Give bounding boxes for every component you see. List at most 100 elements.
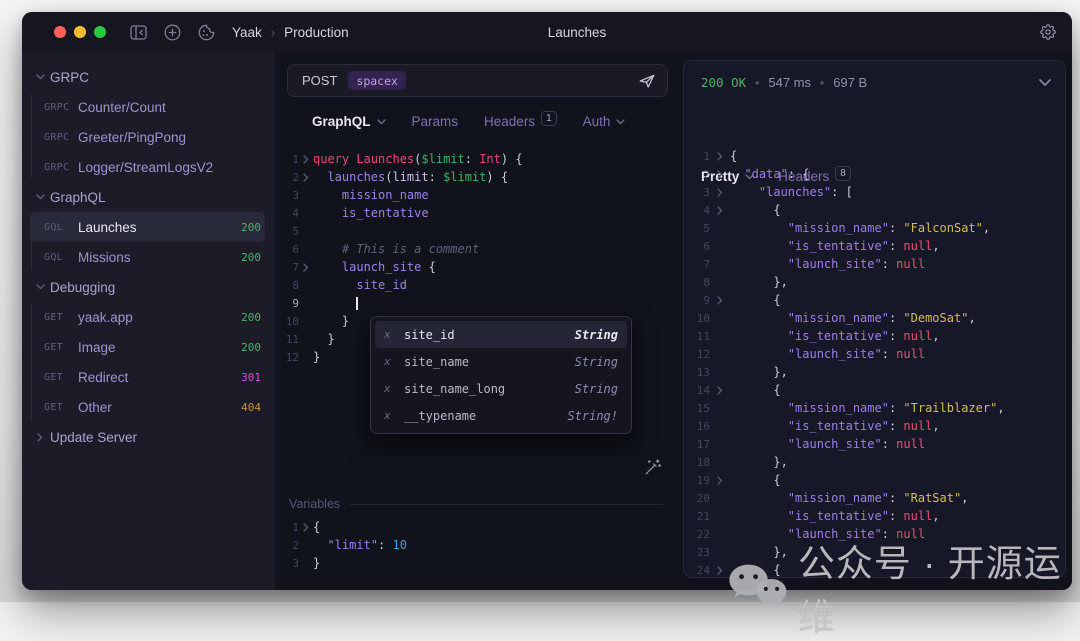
line-number: 11: [275, 333, 299, 346]
field-kind-icon: x: [384, 382, 404, 395]
fold-chevron-icon[interactable]: [299, 263, 313, 272]
sidebar-item-missions[interactable]: GQLMissions200: [30, 242, 265, 272]
request-tab-graphql[interactable]: GraphQL: [312, 114, 386, 129]
line-number: 1: [275, 521, 299, 534]
url-bar[interactable]: POST spacex: [287, 64, 668, 97]
sidebar-item-label: Launches: [78, 220, 241, 235]
status-badge: 200: [241, 251, 261, 264]
autocomplete-item-site-id[interactable]: xsite_idString: [375, 321, 627, 348]
response-time: 547 ms: [768, 75, 811, 90]
fold-chevron-icon[interactable]: [710, 188, 730, 197]
fold-chevron-icon[interactable]: [299, 155, 313, 164]
line-number: 22: [684, 528, 710, 541]
chevron-down-icon[interactable]: [32, 279, 48, 295]
sidebar-item-label: Image: [78, 340, 241, 355]
sidebar-item-launches[interactable]: GQLLaunches200: [30, 212, 265, 242]
line-number: 5: [684, 222, 710, 235]
sidebar-toggle-icon[interactable]: [128, 22, 148, 42]
sidebar-item-other[interactable]: GETOther404: [30, 392, 265, 422]
line-number: 8: [275, 279, 299, 292]
sidebar-item-debugging[interactable]: Debugging: [30, 272, 265, 302]
url-template-pill[interactable]: spacex: [348, 71, 406, 90]
response-menu-button[interactable]: [1039, 79, 1051, 86]
sidebar-item-greeter-pingpong[interactable]: GRPCGreeter/PingPong: [30, 122, 265, 152]
chevron-right-icon[interactable]: [32, 429, 48, 445]
autocomplete-item-site-name[interactable]: xsite_nameString: [375, 348, 627, 375]
response-line-19: 19 {: [684, 471, 1065, 489]
line-number: 5: [275, 225, 299, 238]
settings-button[interactable]: [1040, 12, 1056, 52]
fold-chevron-icon[interactable]: [299, 173, 313, 182]
line-number: 3: [275, 557, 299, 570]
fold-chevron-icon[interactable]: [299, 523, 313, 532]
code-text: is_tentative: [313, 206, 675, 220]
code-text: "is_tentative": null,: [730, 419, 1065, 433]
request-tab-params[interactable]: Params: [412, 114, 459, 129]
status-badge: 200: [241, 341, 261, 354]
method-badge: GRPC: [44, 162, 78, 173]
new-request-icon[interactable]: [162, 22, 182, 42]
method-badge: GQL: [44, 252, 78, 263]
fold-chevron-icon[interactable]: [710, 296, 730, 305]
gql-line-7: 7 launch_site {: [275, 258, 675, 276]
sidebar-item-update-server[interactable]: Update Server: [30, 422, 265, 452]
magic-wand-icon[interactable]: [643, 458, 662, 482]
sidebar-item-label: Counter/Count: [78, 100, 265, 115]
line-number: 20: [684, 492, 710, 505]
autocomplete-item-typename[interactable]: x__typenameString!: [375, 402, 627, 429]
chevron-down-icon[interactable]: [32, 189, 48, 205]
status-badge: 404: [241, 401, 261, 414]
autocomplete-item-site-name-long[interactable]: xsite_name_longString: [375, 375, 627, 402]
fold-chevron-icon[interactable]: [710, 566, 730, 575]
sidebar-item-label: yaak.app: [78, 310, 241, 325]
fold-chevron-icon[interactable]: [710, 152, 730, 161]
breadcrumb-app[interactable]: Yaak: [232, 25, 262, 40]
variables-editor[interactable]: 1{2 "limit": 103}: [275, 518, 675, 572]
minimize-button[interactable]: [74, 26, 86, 38]
sidebar-item-redirect[interactable]: GETRedirect301: [30, 362, 265, 392]
response-pane: 200 OK • 547 ms • 697 B PrettyHeaders8 1…: [675, 52, 1072, 590]
request-tab-auth[interactable]: Auth: [583, 114, 626, 129]
cookie-icon[interactable]: [196, 22, 216, 42]
breadcrumb-workspace[interactable]: Production: [284, 25, 349, 40]
sidebar-item-image[interactable]: GETImage200: [30, 332, 265, 362]
status-badge: 200: [241, 221, 261, 234]
fold-chevron-icon[interactable]: [710, 170, 730, 179]
request-tab-headers[interactable]: Headers1: [484, 114, 557, 129]
settings-gear-icon: [1040, 24, 1056, 40]
line-number: 1: [684, 150, 710, 163]
line-number: 13: [684, 366, 710, 379]
response-line-7: 7 "launch_site": null: [684, 255, 1065, 273]
code-text: },: [730, 365, 1065, 379]
chevron-right-icon: ›: [271, 25, 275, 40]
send-button[interactable]: [638, 73, 656, 89]
sidebar-list: GRPCGRPCCounter/CountGRPCGreeter/PingPon…: [22, 62, 275, 452]
autocomplete-type: String: [575, 382, 618, 396]
chevron-down-icon[interactable]: [32, 69, 48, 85]
sidebar-item-yaak-app[interactable]: GETyaak.app200: [30, 302, 265, 332]
sidebar-item-counter-count[interactable]: GRPCCounter/Count: [30, 92, 265, 122]
line-number: 14: [684, 384, 710, 397]
sidebar-item-graphql[interactable]: GraphQL: [30, 182, 265, 212]
fold-chevron-icon[interactable]: [710, 206, 730, 215]
line-number: 2: [275, 539, 299, 552]
line-number: 2: [684, 168, 710, 181]
response-line-12: 12 "launch_site": null: [684, 345, 1065, 363]
traffic-lights: [54, 26, 106, 38]
response-line-17: 17 "launch_site": null: [684, 435, 1065, 453]
code-text: "launches": [: [730, 185, 1065, 199]
fold-chevron-icon[interactable]: [710, 386, 730, 395]
code-text: "is_tentative": null,: [730, 509, 1065, 523]
response-body-viewer[interactable]: 1{2 "data": {3 "launches": [4 {5 "missio…: [684, 147, 1065, 578]
code-text: "mission_name": "RatSat",: [730, 491, 1065, 505]
sidebar-item-grpc[interactable]: GRPC: [30, 62, 265, 92]
sidebar-item-logger-streamlogsv2[interactable]: GRPCLogger/StreamLogsV2: [30, 152, 265, 182]
close-button[interactable]: [54, 26, 66, 38]
maximize-button[interactable]: [94, 26, 106, 38]
line-number: 23: [684, 546, 710, 559]
code-text: "mission_name": "Trailblazer",: [730, 401, 1065, 415]
method-badge: GET: [44, 372, 78, 383]
fold-chevron-icon[interactable]: [710, 476, 730, 485]
status-badge: 200 OK: [701, 75, 746, 90]
code-text: {: [730, 563, 1065, 577]
